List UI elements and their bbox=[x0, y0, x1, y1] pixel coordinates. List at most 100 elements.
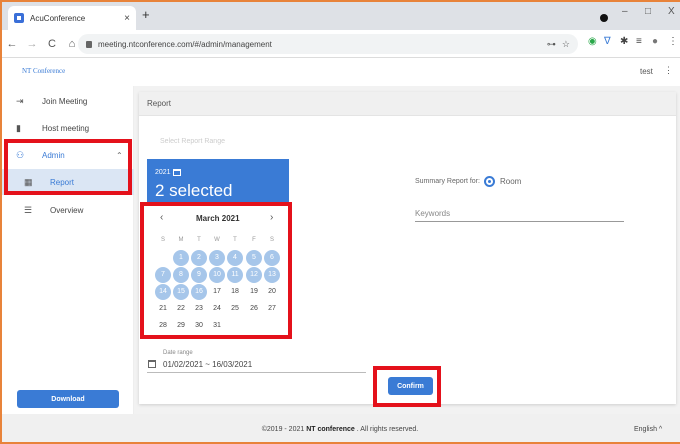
calendar-day[interactable]: 13 bbox=[264, 267, 280, 283]
date-range-value[interactable]: 01/02/2021 ~ 16/03/2021 bbox=[163, 360, 252, 369]
date-picker-header: 2021 2 selected bbox=[147, 159, 289, 205]
page-title: Report bbox=[147, 99, 172, 108]
prev-month-icon[interactable]: ‹ bbox=[160, 212, 163, 223]
calendar-day[interactable]: 1 bbox=[173, 250, 189, 266]
minimize-icon[interactable]: – bbox=[622, 6, 628, 17]
chevron-up-icon: ⌃ bbox=[116, 150, 123, 160]
calendar-day[interactable]: 22 bbox=[173, 301, 189, 317]
calendar-day[interactable]: 4 bbox=[227, 250, 243, 266]
calendar-day[interactable]: 15 bbox=[173, 284, 189, 300]
calendar-day[interactable]: 14 bbox=[155, 284, 171, 300]
sidebar-item-host-meeting[interactable]: ▮ Host meeting bbox=[0, 115, 134, 141]
calendar-icon bbox=[172, 169, 181, 176]
date-range-underline bbox=[147, 372, 366, 373]
picker-selected-count: 2 selected bbox=[155, 181, 233, 200]
address-bar-row: ← → C ⌂ meeting.ntconference.com/#/admin… bbox=[0, 30, 680, 58]
calendar-day[interactable]: 28 bbox=[155, 318, 171, 334]
sidebar-item-label: Overview bbox=[50, 205, 84, 215]
forward-icon[interactable]: → bbox=[24, 38, 40, 50]
calendar-day[interactable]: 29 bbox=[173, 318, 189, 334]
room-label[interactable]: Room bbox=[500, 177, 521, 186]
calendar-day[interactable]: 23 bbox=[191, 301, 207, 317]
calendar-day[interactable]: 3 bbox=[209, 250, 225, 266]
brand-logo[interactable]: NT Conference bbox=[22, 67, 65, 75]
new-tab-button[interactable]: + bbox=[142, 8, 150, 21]
copyright: ©2019 - 2021 NT conference . All rights … bbox=[261, 426, 419, 433]
extension-green-icon[interactable]: ◉ bbox=[588, 36, 597, 47]
weekday-label: M bbox=[178, 237, 184, 243]
calendar-day[interactable]: 8 bbox=[173, 267, 189, 283]
weekday-label: S bbox=[269, 237, 274, 243]
calendar-day[interactable]: 24 bbox=[209, 301, 225, 317]
browser-tab-bar: AcuConference × + – □ X bbox=[0, 0, 680, 30]
calendar-day[interactable]: 19 bbox=[246, 284, 262, 300]
calendar-day[interactable]: 12 bbox=[246, 267, 262, 283]
extension-shield-icon[interactable]: ∇ bbox=[604, 36, 611, 47]
weekday-label: W bbox=[214, 237, 220, 243]
browser-menu-icon[interactable]: ⋮ bbox=[668, 36, 678, 47]
login-icon: ⇥ bbox=[16, 95, 24, 106]
tab-close-icon[interactable]: × bbox=[124, 13, 130, 24]
maximize-icon[interactable]: □ bbox=[645, 6, 651, 17]
calendar-day[interactable]: 20 bbox=[264, 284, 280, 300]
calendar-day[interactable]: 17 bbox=[209, 284, 225, 300]
media-queue-icon[interactable]: ≡ bbox=[636, 36, 642, 47]
download-button[interactable]: Download bbox=[17, 390, 119, 408]
calendar-day[interactable]: 9 bbox=[191, 267, 207, 283]
sidebar-item-report[interactable]: ▦ Report bbox=[0, 169, 134, 195]
confirm-button[interactable]: Confirm bbox=[388, 377, 433, 395]
profile-avatar-icon[interactable]: ● bbox=[652, 36, 658, 47]
weekday-label: S bbox=[160, 237, 165, 243]
calendar-day[interactable]: 21 bbox=[155, 301, 171, 317]
keywords-input[interactable] bbox=[415, 205, 624, 222]
summary-report-label: Summary Report for: bbox=[415, 178, 480, 185]
key-icon[interactable]: ⊶ bbox=[547, 39, 556, 50]
room-radio[interactable] bbox=[484, 176, 495, 187]
bookmark-star-icon[interactable]: ☆ bbox=[562, 39, 570, 50]
calendar-day[interactable]: 31 bbox=[209, 318, 225, 334]
reload-icon[interactable]: C bbox=[44, 38, 60, 50]
calendar-day[interactable]: 27 bbox=[264, 301, 280, 317]
user-menu-icon[interactable]: ⋮ bbox=[664, 65, 673, 76]
calendar-day[interactable]: 6 bbox=[264, 250, 280, 266]
sidebar-item-join-meeting[interactable]: ⇥ Join Meeting bbox=[0, 88, 134, 114]
sidebar-item-label: Admin bbox=[42, 150, 65, 160]
date-range-label: Date range bbox=[163, 350, 193, 356]
calendar-day[interactable]: 30 bbox=[191, 318, 207, 334]
list-icon: ☰ bbox=[24, 204, 33, 215]
calendar-day[interactable]: 7 bbox=[155, 267, 171, 283]
next-month-icon[interactable]: › bbox=[270, 212, 273, 223]
calendar-icon[interactable] bbox=[148, 360, 156, 368]
calendar-day[interactable]: 25 bbox=[227, 301, 243, 317]
window-close-icon[interactable]: X bbox=[668, 6, 675, 17]
tab-title: AcuConference bbox=[30, 13, 86, 23]
user-name[interactable]: test bbox=[640, 67, 653, 76]
calendar-day[interactable]: 16 bbox=[191, 284, 207, 300]
calendar-day[interactable]: 5 bbox=[246, 250, 262, 266]
report-icon: ▦ bbox=[24, 176, 33, 187]
calendar-day[interactable]: 11 bbox=[227, 267, 243, 283]
weekday-label: T bbox=[197, 237, 201, 243]
calendar-day[interactable]: 10 bbox=[209, 267, 225, 283]
calendar-day[interactable]: 2 bbox=[191, 250, 207, 266]
url-text[interactable]: meeting.ntconference.com/#/admin/managem… bbox=[98, 40, 541, 49]
url-bar[interactable]: meeting.ntconference.com/#/admin/managem… bbox=[78, 34, 578, 54]
sidebar-item-admin[interactable]: ⚇ Admin ⌃ bbox=[0, 142, 134, 168]
language-selector[interactable]: English ^ bbox=[634, 426, 662, 433]
sidebar-item-label: Host meeting bbox=[42, 123, 90, 133]
sidebar-item-overview[interactable]: ☰ Overview bbox=[0, 197, 134, 223]
sidebar-item-label: Report bbox=[50, 177, 75, 187]
report-range-label: Select Report Range bbox=[160, 138, 225, 145]
card-header bbox=[139, 92, 676, 116]
back-icon[interactable]: ← bbox=[4, 38, 20, 50]
lock-icon bbox=[86, 40, 92, 48]
weekday-label: T bbox=[233, 237, 237, 243]
picker-year[interactable]: 2021 bbox=[155, 169, 181, 176]
app-header: NT Conference test ⋮ bbox=[0, 58, 680, 86]
app-favicon-icon bbox=[14, 13, 24, 23]
sidebar: ⇥ Join Meeting ▮ Host meeting ⚇ Admin ⌃ … bbox=[0, 86, 134, 414]
calendar-day[interactable]: 26 bbox=[246, 301, 262, 317]
extensions-puzzle-icon[interactable]: ✱ bbox=[620, 36, 628, 47]
calendar-day[interactable]: 18 bbox=[227, 284, 243, 300]
browser-tab[interactable]: AcuConference × bbox=[8, 6, 136, 30]
